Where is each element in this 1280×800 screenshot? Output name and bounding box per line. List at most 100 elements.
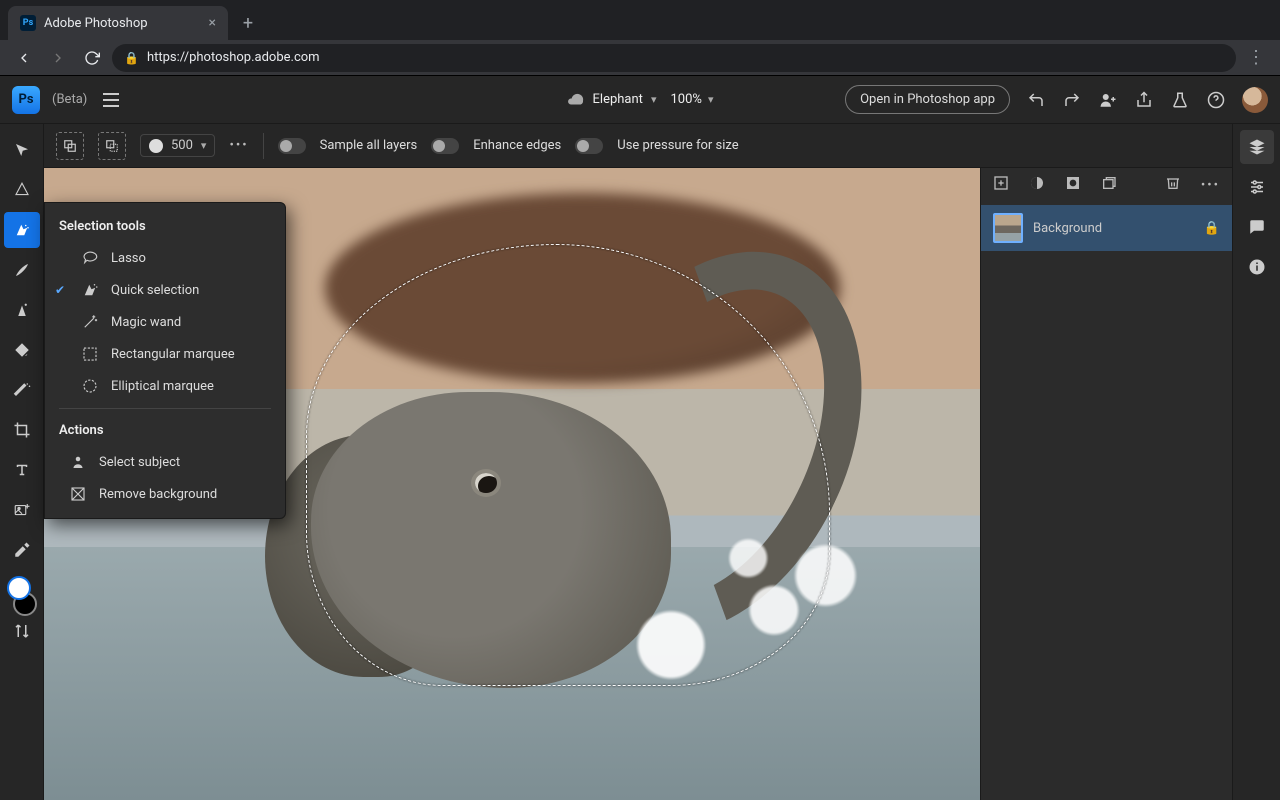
fly-item-rect-marquee[interactable]: ✔ Rectangular marquee [45,338,285,370]
undo-button[interactable] [1026,90,1046,110]
zoom-control[interactable]: 100% ▾ [670,92,713,107]
healing-tool[interactable] [4,372,40,408]
subtract-from-selection-icon[interactable] [98,132,126,160]
add-to-selection-icon[interactable] [56,132,84,160]
quick-selection-icon [81,281,99,299]
fly-item-quick-selection[interactable]: ✔ Quick selection [45,274,285,306]
lock-icon: 🔒 [124,51,139,65]
quick-selection-tool[interactable] [4,212,40,248]
browser-tab[interactable]: Ps Adobe Photoshop × [8,6,228,40]
layers-panel-toolbar: ••• [981,165,1232,205]
color-swatches[interactable] [5,576,39,616]
app-header: Ps (Beta) Elephant ▾ 100% ▾ Open in Phot… [0,76,1280,124]
beaker-icon[interactable] [1170,90,1190,110]
brush-preview-icon [149,139,163,153]
delete-layer-icon[interactable] [1165,175,1181,195]
fly-item-remove-background[interactable]: Remove background [45,478,285,510]
redo-button[interactable] [1062,90,1082,110]
lock-icon[interactable]: 🔒 [1204,221,1220,236]
type-tool[interactable] [4,452,40,488]
rail-properties-icon[interactable] [1240,170,1274,204]
fly-label: Lasso [111,251,146,266]
more-options-icon[interactable]: ••• [229,138,248,153]
enhance-edges-toggle[interactable] [431,138,459,154]
swap-colors-icon[interactable] [4,618,40,644]
rail-comments-icon[interactable] [1240,210,1274,244]
flyout-header: Selection tools [45,211,285,242]
group-icon[interactable] [1101,175,1117,195]
clone-stamp-tool[interactable] [4,292,40,328]
beta-label: (Beta) [52,92,87,107]
place-image-tool[interactable] [4,492,40,528]
browser-tab-strip: Ps Adobe Photoshop × + [0,0,1280,40]
doc-name-text: Elephant [593,92,643,107]
new-tab-button[interactable]: + [234,9,262,37]
hamburger-menu-button[interactable] [103,88,127,112]
avatar[interactable] [1242,87,1268,113]
chevron-down-icon: ▾ [201,139,207,152]
tab-title: Adobe Photoshop [44,16,148,31]
right-rail [1232,124,1280,800]
rail-layers-icon[interactable] [1240,130,1274,164]
panel-more-icon[interactable]: ••• [1201,178,1220,193]
selection-tools-flyout: Selection tools ✔ Lasso ✔ Quick selectio… [44,202,286,519]
invite-icon[interactable] [1098,90,1118,110]
reload-button[interactable] [78,44,106,72]
move-tool[interactable] [4,132,40,168]
help-icon[interactable] [1206,90,1226,110]
url-bar[interactable]: 🔒 https://photoshop.adobe.com [112,44,1236,72]
browser-menu-button[interactable]: ⋮ [1242,47,1270,68]
eyedropper-tool[interactable] [4,532,40,568]
favicon-icon: Ps [20,15,36,31]
adjustment-layer-icon[interactable] [1029,175,1045,195]
workspace: 500 ▾ ••• Sample all layers Enhance edge… [0,124,1280,800]
ps-logo-icon[interactable]: Ps [12,86,40,114]
lasso-icon [81,249,99,267]
url-text: https://photoshop.adobe.com [147,50,320,65]
remove-bg-icon [69,485,87,503]
check-icon: ✔ [55,283,69,297]
fly-label: Quick selection [111,283,199,298]
transform-tool[interactable] [4,172,40,208]
fly-item-lasso[interactable]: ✔ Lasso [45,242,285,274]
add-layer-icon[interactable] [993,175,1009,195]
brush-size-control[interactable]: 500 ▾ [140,134,215,157]
enhance-edges-label: Enhance edges [473,138,561,153]
tool-bar [0,124,44,800]
fill-tool[interactable] [4,332,40,368]
ellipse-marquee-icon [81,377,99,395]
brush-size-value: 500 [171,138,193,153]
rail-info-icon[interactable] [1240,250,1274,284]
fly-item-ellipse-marquee[interactable]: ✔ Elliptical marquee [45,370,285,402]
magic-wand-icon [81,313,99,331]
foreground-swatch[interactable] [7,576,31,600]
sample-all-layers-toggle[interactable] [278,138,306,154]
rect-marquee-icon [81,345,99,363]
layers-panel: Layers ••• Background 🔒 [980,124,1232,800]
chevron-down-icon: ▾ [708,93,714,106]
fly-item-magic-wand[interactable]: ✔ Magic wand [45,306,285,338]
use-pressure-toggle[interactable] [575,138,603,154]
fly-label: Rectangular marquee [111,347,235,362]
flyout-header-actions: Actions [45,415,285,446]
fly-item-select-subject[interactable]: Select subject [45,446,285,478]
chevron-down-icon: ▾ [651,93,657,106]
cloud-icon [567,91,585,109]
layer-name: Background [1033,221,1102,236]
fly-label: Select subject [99,455,180,470]
fly-label: Remove background [99,487,217,502]
share-icon[interactable] [1134,90,1154,110]
fly-label: Elliptical marquee [111,379,214,394]
brush-tool[interactable] [4,252,40,288]
open-in-app-button[interactable]: Open in Photoshop app [845,85,1010,114]
document-name[interactable]: Elephant ▾ [567,91,657,109]
mask-icon[interactable] [1065,175,1081,195]
fly-label: Magic wand [111,315,181,330]
crop-tool[interactable] [4,412,40,448]
back-button[interactable] [10,44,38,72]
forward-button[interactable] [44,44,72,72]
zoom-value: 100% [670,92,701,107]
sample-all-layers-label: Sample all layers [320,138,418,153]
layer-row-background[interactable]: Background 🔒 [981,205,1232,251]
close-tab-icon[interactable]: × [209,15,216,31]
